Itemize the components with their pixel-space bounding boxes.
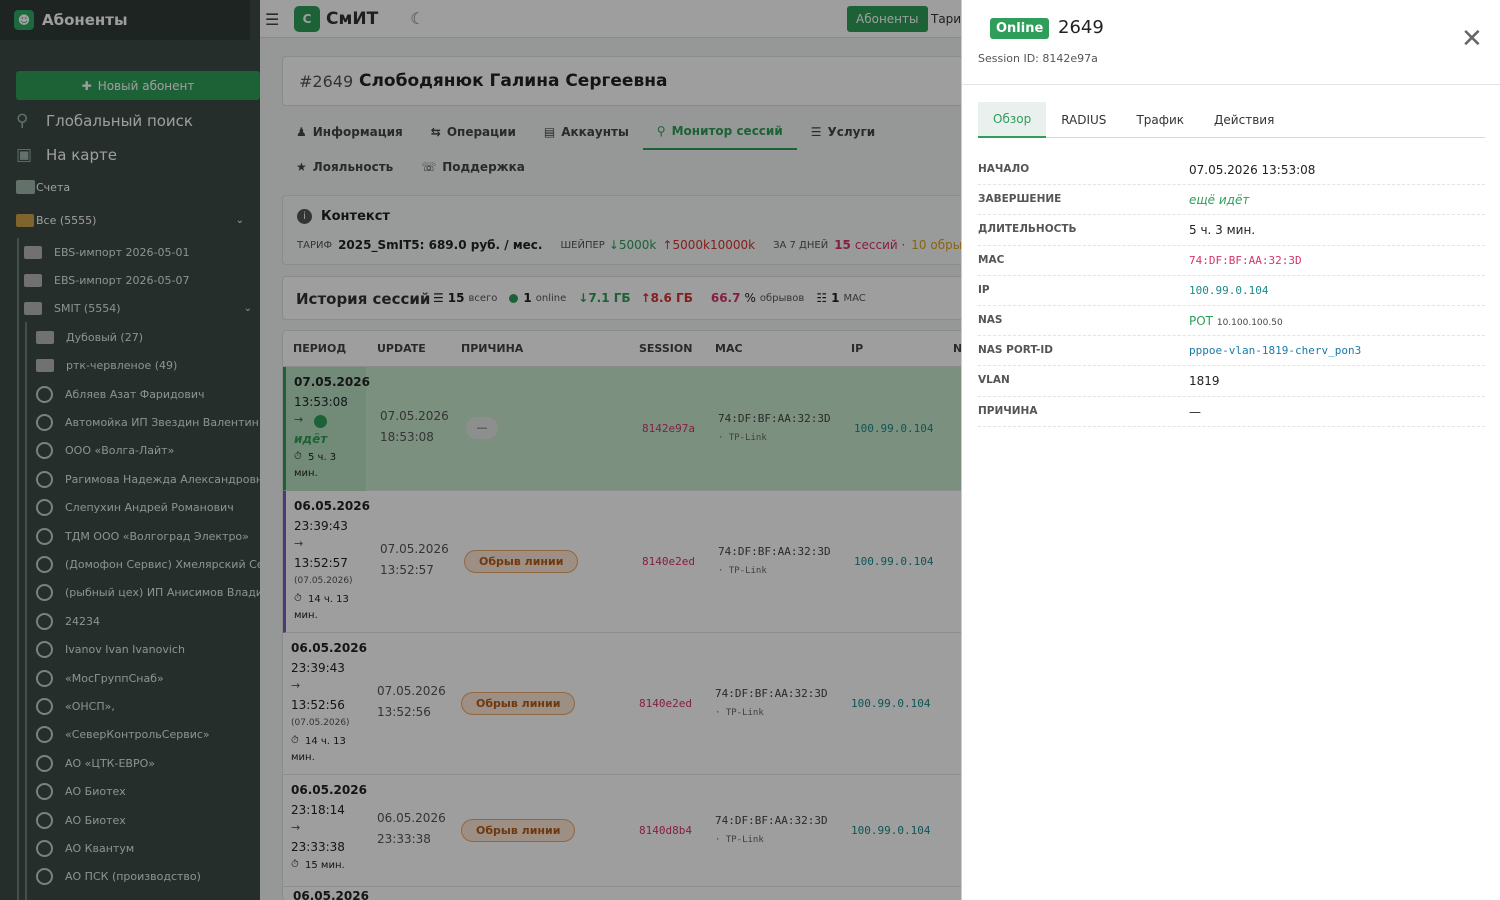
panel-header: Online 2649 Session ID: 8142e97a ✕ <box>962 0 1500 85</box>
nas-ip: 10.100.100.50 <box>1216 317 1283 328</box>
field-label: NAS <box>978 313 1003 326</box>
session-fields: Начало 07.05.2026 13:53:08 Завершение ещ… <box>978 155 1485 427</box>
field-ip: IP 100.99.0.104 <box>978 276 1485 306</box>
field-nas-port: NAS PORT-ID pppoe-vlan-1819-cherv_pon3 <box>978 336 1485 367</box>
field-value: pppoe-vlan-1819-cherv_pon3 <box>1189 344 1362 358</box>
field-label: NAS PORT-ID <box>978 344 1053 357</box>
field-label: Длительность <box>978 223 1077 236</box>
panel-title: 2649 <box>1058 17 1104 38</box>
session-id-text: Session ID: 8142e97a <box>978 52 1098 65</box>
field-label: Завершение <box>978 193 1062 206</box>
field-nas: NAS POT 10.100.100.50 <box>978 306 1485 337</box>
panel-tab-traffic[interactable]: Трафик <box>1121 102 1199 138</box>
field-label: Начало <box>978 163 1030 175</box>
field-value: 1819 <box>1189 374 1220 389</box>
close-icon[interactable]: ✕ <box>1461 26 1483 52</box>
panel-tabs: Обзор RADIUS Трафик Действия <box>978 102 1485 138</box>
nas-name: POT <box>1189 313 1214 328</box>
field-value: — <box>1189 404 1201 419</box>
field-duration: Длительность 5 ч. 3 мин. <box>978 215 1485 246</box>
session-detail-panel: Online 2649 Session ID: 8142e97a ✕ Обзор… <box>961 0 1500 900</box>
field-value: ещё идёт <box>1189 193 1250 208</box>
field-label: IP <box>978 283 990 296</box>
field-reason: Причина — <box>978 397 1485 427</box>
panel-tab-overview[interactable]: Обзор <box>978 102 1047 138</box>
field-value: 5 ч. 3 мин. <box>1189 223 1256 238</box>
field-mac: MAC 74:DF:BF:AA:32:3D <box>978 246 1485 276</box>
panel-tab-radius[interactable]: RADIUS <box>1046 102 1121 138</box>
panel-tab-actions[interactable]: Действия <box>1199 102 1289 138</box>
field-value: POT 10.100.100.50 <box>1189 314 1283 328</box>
field-label: VLAN <box>978 374 1010 387</box>
field-value: 74:DF:BF:AA:32:3D <box>1189 253 1302 267</box>
field-value: 07.05.2026 13:53:08 <box>1189 163 1316 177</box>
field-label: Причина <box>978 404 1038 417</box>
field-vlan: VLAN 1819 <box>978 366 1485 397</box>
field-label: MAC <box>978 253 1005 266</box>
field-end: Завершение ещё идёт <box>978 185 1485 216</box>
field-value: 100.99.0.104 <box>1189 283 1269 297</box>
field-start: Начало 07.05.2026 13:53:08 <box>978 155 1485 186</box>
status-badge: Online <box>990 18 1050 39</box>
